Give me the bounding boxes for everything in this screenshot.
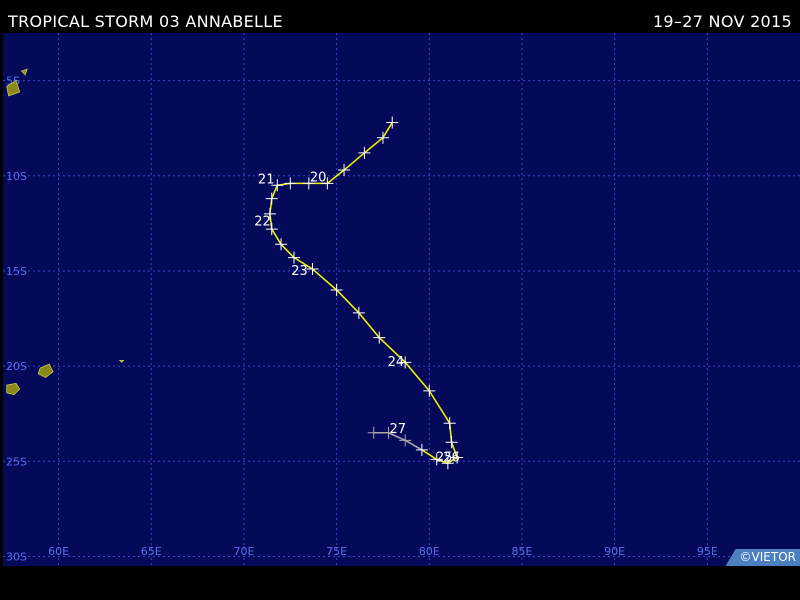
track-point-marker (386, 116, 399, 129)
storm-track-map[interactable]: 60E 65E 70E 75E 80E 85E 90E 95E 5S 10S 15S 20S 25S 30… (3, 33, 800, 566)
track-point-marker (445, 436, 458, 449)
land-mauritius (37, 363, 54, 378)
track-segment (335, 289, 360, 314)
day-label: 22 (254, 214, 271, 229)
day-label: 26 (443, 450, 460, 465)
lat-label: 25S (6, 455, 27, 468)
day-label: 23 (291, 264, 308, 279)
map-canvas: 60E 65E 70E 75E 80E 85E 90E 95E5S10S15S20S25S30… (3, 33, 800, 566)
track-segment (270, 228, 282, 246)
track-segment (311, 268, 338, 291)
day-label: 20 (310, 170, 327, 185)
track-segment (358, 312, 381, 339)
track-point-marker (284, 177, 297, 190)
storm-title: TROPICAL STORM 03 ANNABELLE (8, 12, 283, 31)
lon-label: 90E (604, 545, 625, 558)
lat-label: 10S (6, 170, 27, 183)
track-segment (428, 390, 451, 425)
track-point-marker (265, 192, 278, 205)
track-segment (280, 243, 295, 259)
land-reunion (6, 382, 21, 396)
track-segment (326, 169, 345, 185)
lon-label: 95E (697, 545, 718, 558)
lat-label: 15S (6, 265, 27, 278)
track-segment (382, 121, 394, 139)
track-segment (404, 439, 423, 451)
title-bar: TROPICAL STORM 03 ANNABELLE 19–27 NOV 20… (0, 0, 800, 33)
bottom-bar (0, 566, 800, 600)
track-segment (421, 449, 438, 461)
day-label: 24 (388, 355, 405, 370)
lon-label: 80E (419, 545, 440, 558)
track-segment (363, 136, 384, 154)
lon-label: 60E (48, 545, 69, 558)
track-point-marker (415, 443, 428, 456)
track-segment (404, 361, 431, 392)
lon-label: 85E (512, 545, 533, 558)
date-range: 19–27 NOV 2015 (652, 12, 792, 31)
day-label: 21 (258, 172, 275, 187)
track-point-marker (367, 426, 380, 439)
credit-badge: ©VIETOR (725, 549, 800, 566)
track-point-marker (443, 417, 456, 430)
day-label: 27 (390, 422, 407, 437)
track-segment (343, 152, 366, 171)
land-rodrigues (118, 359, 125, 363)
land-island-near-60e-5s (20, 68, 28, 76)
lat-label: 20S (6, 360, 27, 373)
lon-label: 75E (326, 545, 347, 558)
lon-label: 70E (233, 545, 254, 558)
lat-label: 30S (6, 550, 27, 563)
lon-label: 65E (141, 545, 162, 558)
